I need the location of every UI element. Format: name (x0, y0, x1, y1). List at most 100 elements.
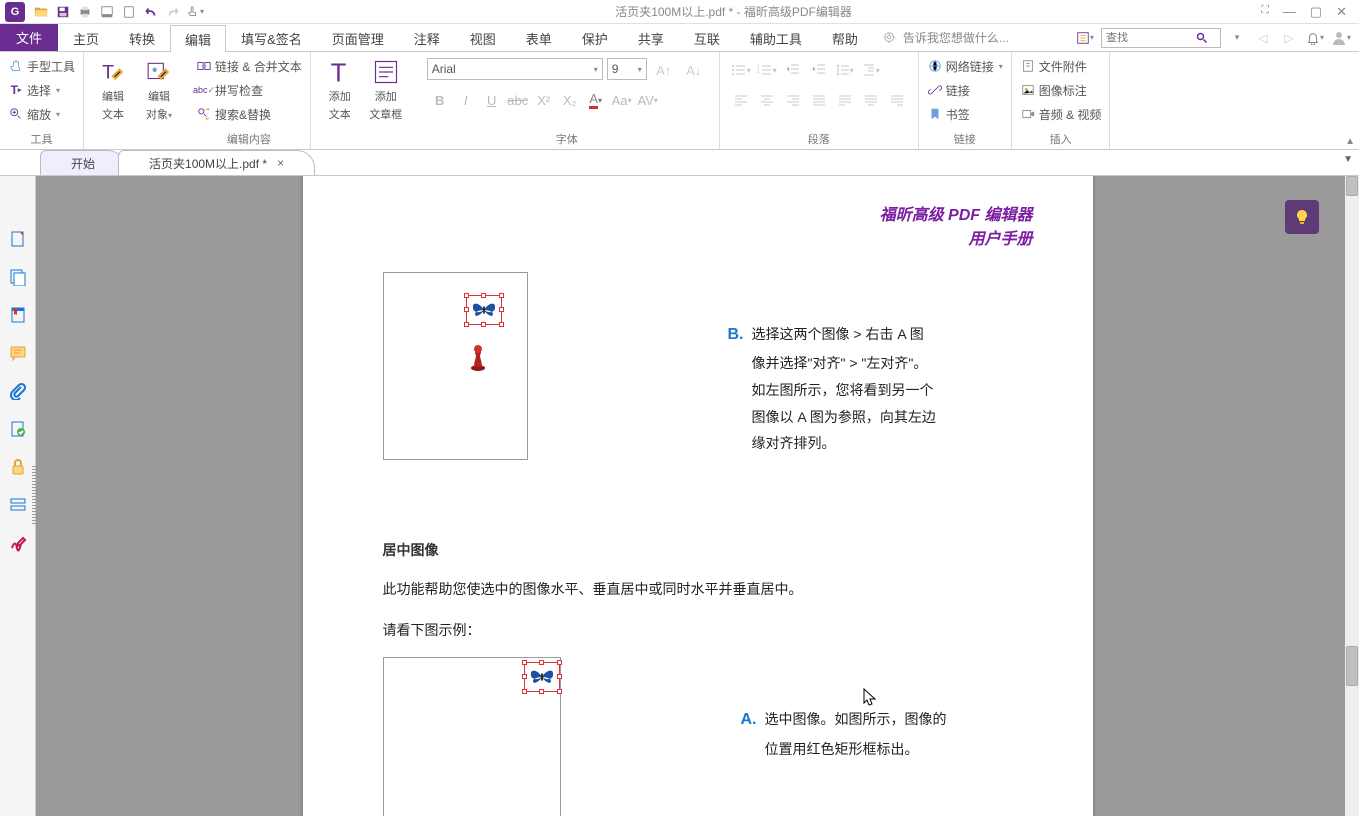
layers-panel-icon[interactable] (7, 266, 29, 288)
img-annot-button[interactable]: 图像标注 (1020, 78, 1087, 102)
file-menu[interactable]: 文件 (0, 24, 58, 51)
superscript-button[interactable]: X² (531, 88, 557, 112)
snapshot-button[interactable] (96, 1, 118, 23)
grow-font[interactable]: A↑ (651, 58, 677, 82)
strike-button[interactable]: abc (505, 88, 531, 112)
redo-button[interactable] (162, 1, 184, 23)
save-button[interactable] (52, 1, 74, 23)
qat-extra-button[interactable] (118, 1, 140, 23)
window-minimize[interactable]: — (1283, 4, 1296, 20)
search-icon[interactable] (1192, 32, 1212, 44)
doctabs-expand[interactable]: ▼ (1343, 154, 1353, 165)
tips-button[interactable] (1285, 200, 1319, 234)
attach-button[interactable]: 文件附件 (1020, 54, 1087, 78)
align-right[interactable] (780, 88, 806, 112)
pages-panel-icon[interactable] (7, 228, 29, 250)
add-text-button[interactable]: T 添加 文本 (319, 54, 361, 122)
charspace-button[interactable]: AV▾ (635, 88, 661, 112)
search-more[interactable]: ▾ (1227, 28, 1247, 48)
undo-button[interactable] (140, 1, 162, 23)
font-size-select[interactable]: 9▾ (607, 58, 647, 80)
bold-button[interactable]: B (427, 88, 453, 112)
spellcheck-button[interactable]: abc✓拼写检查 (196, 78, 263, 102)
zoom-tool[interactable]: 缩放▾ (8, 102, 60, 126)
subscript-button[interactable]: X₂ (557, 88, 583, 112)
tab-protect[interactable]: 保护 (567, 24, 623, 51)
align-left[interactable] (728, 88, 754, 112)
window-grid[interactable]: ⛶ (1261, 4, 1269, 20)
open-button[interactable] (30, 1, 52, 23)
form-panel-icon[interactable] (7, 494, 29, 516)
align-justify[interactable] (806, 88, 832, 112)
align-just-l[interactable] (832, 88, 858, 112)
edit-object-button[interactable]: 编辑 对象▾ (138, 54, 180, 122)
tab-comment[interactable]: 注释 (399, 24, 455, 51)
nav-prev[interactable]: ◁ (1253, 28, 1273, 48)
touch-button[interactable]: ▾ (184, 1, 206, 23)
sign-panel-icon[interactable] (7, 532, 29, 554)
tab-convert[interactable]: 转换 (114, 24, 170, 51)
edit-text-button[interactable]: T 编辑 文本 (92, 54, 134, 122)
underline-button[interactable]: U (479, 88, 505, 112)
shrink-font[interactable]: A↓ (681, 58, 707, 82)
tab-home[interactable]: 主页 (58, 24, 114, 51)
select-tool[interactable]: T▸选择▾ (8, 78, 60, 102)
font-color-button[interactable]: A▾ (583, 88, 609, 112)
align-center[interactable] (754, 88, 780, 112)
butterfly-image-2-selected[interactable] (524, 662, 560, 692)
tab-view[interactable]: 视图 (455, 24, 511, 51)
notifications-icon[interactable]: ▾ (1305, 28, 1325, 48)
comments-panel-icon[interactable] (7, 342, 29, 364)
font-name-select[interactable]: Arial▾ (427, 58, 603, 80)
paraspacing-button[interactable]: ▾ (858, 58, 884, 82)
av-button[interactable]: 音频 & 视频 (1020, 102, 1102, 126)
window-close[interactable]: ✕ (1336, 4, 1347, 20)
case-button[interactable]: Aa▾ (609, 88, 635, 112)
scroll-thumb[interactable] (1346, 646, 1358, 686)
ribbon-collapse[interactable]: ▲ (1345, 136, 1355, 147)
search-input[interactable] (1102, 32, 1192, 44)
add-frame-button[interactable]: 添加 文章框 (365, 54, 407, 122)
user-icon[interactable]: ▾ (1331, 28, 1351, 48)
italic-button[interactable]: I (453, 88, 479, 112)
style-button[interactable]: ▾ (1075, 28, 1095, 48)
attachments-panel-icon[interactable] (7, 380, 29, 402)
tab-form[interactable]: 表单 (511, 24, 567, 51)
tab-share[interactable]: 共享 (623, 24, 679, 51)
print-button[interactable] (74, 1, 96, 23)
tab-page[interactable]: 页面管理 (317, 24, 399, 51)
tab-connect[interactable]: 互联 (679, 24, 735, 51)
hand-tool[interactable]: 手型工具 (8, 54, 75, 78)
outdent-button[interactable] (780, 58, 806, 82)
pawn-image[interactable] (470, 343, 486, 374)
align-just-r[interactable] (884, 88, 910, 112)
tab-fill[interactable]: 填写&签名 (226, 24, 317, 51)
bookmark-button[interactable]: 书签 (927, 102, 970, 126)
align-just-c[interactable] (858, 88, 884, 112)
tab-tools[interactable]: 辅助工具 (735, 24, 817, 51)
web-link-button[interactable]: 网络链接▾ (927, 54, 1003, 78)
search-box[interactable] (1101, 28, 1221, 48)
document-canvas[interactable]: 福昕高级 PDF 编辑器 用户手册 B.选 (36, 176, 1359, 816)
search-replace-button[interactable]: 搜索&替换 (196, 102, 271, 126)
signatures-panel-icon[interactable] (7, 418, 29, 440)
linespacing-button[interactable]: ▾ (832, 58, 858, 82)
tell-me[interactable]: 告诉我您想做什么... (883, 24, 1009, 51)
link-join-button[interactable]: 链接 & 合并文本 (196, 54, 302, 78)
butterfly-image-selected[interactable] (466, 295, 502, 325)
security-panel-icon[interactable] (7, 456, 29, 478)
vertical-scrollbar[interactable] (1345, 176, 1359, 816)
tab-edit[interactable]: 编辑 (170, 25, 226, 52)
doctab-close[interactable]: × (277, 156, 284, 170)
scroll-up[interactable] (1346, 176, 1358, 196)
bookmarks-panel-icon[interactable] (7, 304, 29, 326)
numbering-button[interactable]: 12▾ (754, 58, 780, 82)
doctab-file[interactable]: 活页夹100M以上.pdf *× (118, 150, 315, 175)
link-button[interactable]: 链接 (927, 78, 970, 102)
indent-button[interactable] (806, 58, 832, 82)
tab-help[interactable]: 帮助 (817, 24, 873, 51)
bullets-button[interactable]: ▾ (728, 58, 754, 82)
doctab-start[interactable]: 开始 (40, 150, 126, 175)
window-maximize[interactable]: ▢ (1310, 4, 1322, 20)
nav-next[interactable]: ▷ (1279, 28, 1299, 48)
